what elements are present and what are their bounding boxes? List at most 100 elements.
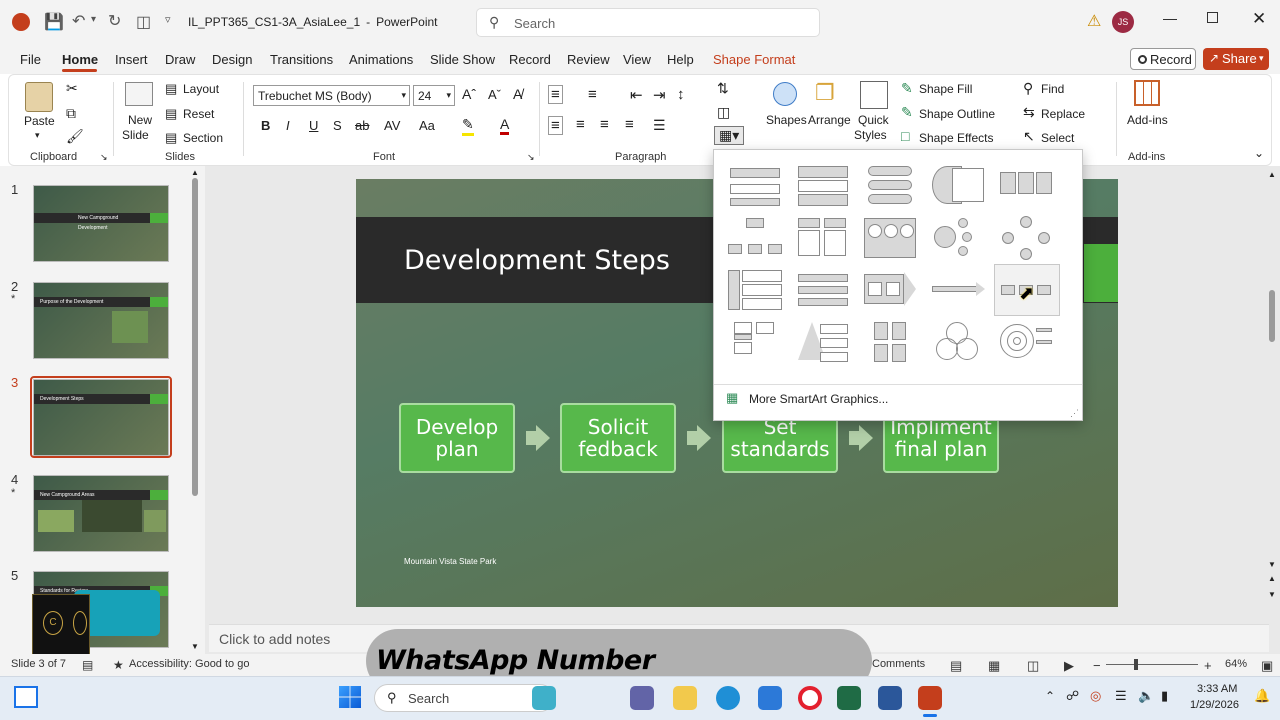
slideshow-icon[interactable]: ▶ — [1064, 658, 1074, 674]
shape-effects-button[interactable]: Shape Effects — [919, 131, 994, 145]
smartart-layout-option[interactable] — [930, 320, 988, 366]
tab-view[interactable]: View — [623, 52, 651, 67]
quick-styles-label-1[interactable]: Quick — [858, 113, 889, 127]
redo-icon[interactable]: ↻ — [108, 11, 121, 31]
strikethrough-button[interactable]: ab — [355, 118, 369, 133]
italic-button[interactable]: I — [286, 118, 290, 133]
clear-format-icon[interactable]: A̸ — [513, 86, 522, 102]
smartart-step[interactable]: Develop plan — [399, 403, 515, 473]
align-right-icon[interactable]: ≡ — [600, 116, 609, 133]
tab-slide-show[interactable]: Slide Show — [430, 52, 495, 67]
tab-shape-format[interactable]: Shape Format — [713, 52, 795, 67]
zoom-out-icon[interactable]: − — [1093, 658, 1101, 673]
reset-button[interactable]: Reset — [183, 107, 214, 121]
align-text-icon[interactable]: ◫ — [717, 104, 730, 121]
tab-file[interactable]: File — [20, 52, 41, 67]
store-icon[interactable] — [758, 686, 782, 710]
smartart-layout-option[interactable] — [862, 216, 920, 262]
bold-button[interactable]: B — [261, 118, 270, 133]
tab-home[interactable]: Home — [62, 52, 98, 67]
smartart-layout-option[interactable] — [726, 216, 784, 262]
app-icon[interactable] — [837, 686, 861, 710]
line-spacing-icon[interactable]: ↕ — [677, 86, 685, 103]
format-painter-icon[interactable]: 🖌 — [66, 128, 84, 145]
opera-icon[interactable] — [798, 686, 822, 710]
tab-review[interactable]: Review — [567, 52, 610, 67]
tab-insert[interactable]: Insert — [115, 52, 148, 67]
network-off-icon[interactable]: ☍ — [1066, 688, 1079, 704]
shadow-button[interactable]: S — [333, 118, 342, 133]
zoom-level[interactable]: 64% — [1225, 658, 1247, 670]
zoom-slider[interactable] — [1106, 664, 1198, 665]
minimize-icon[interactable]: — — [1163, 10, 1177, 26]
slide-thumbnail[interactable]: Development Steps — [33, 379, 169, 456]
tab-transitions[interactable]: Transitions — [270, 52, 333, 67]
fit-slide-icon[interactable]: ▣ — [1261, 658, 1273, 674]
record-button[interactable]: Record — [1130, 48, 1196, 70]
text-direction-icon[interactable]: ⇅ — [717, 80, 729, 97]
shape-fill-button[interactable]: Shape Fill — [919, 82, 972, 96]
notification-icon[interactable]: 🔔 — [1254, 688, 1270, 704]
share-button[interactable]: ↗ Share ▾ — [1203, 48, 1269, 70]
battery-icon[interactable]: ▮ — [1161, 688, 1168, 704]
volume-icon[interactable]: 🔈 — [1138, 688, 1154, 704]
select-button[interactable]: Select — [1041, 131, 1074, 145]
antivirus-icon[interactable]: ◎ — [1090, 688, 1101, 704]
slide-thumbnail[interactable]: Purpose of the Development — [33, 282, 169, 359]
save-icon[interactable]: 💾 — [44, 12, 64, 32]
more-smartart-link[interactable]: More SmartArt Graphics... — [749, 392, 888, 406]
file-explorer-icon[interactable] — [673, 686, 697, 710]
smartart-layout-option[interactable] — [794, 268, 852, 314]
font-family-select[interactable]: Trebuchet MS (Body) ▾ — [253, 85, 410, 106]
shapes-button[interactable]: Shapes — [766, 113, 807, 127]
slide-thumbnail[interactable]: New Campground Development — [33, 185, 169, 262]
dialog-launcher-icon[interactable]: ↘ — [527, 152, 535, 163]
smartart-layout-option[interactable] — [998, 164, 1056, 210]
smartart-layout-option[interactable] — [862, 320, 920, 366]
quick-styles-label-2[interactable]: Styles — [854, 128, 887, 142]
font-color-icon[interactable]: A — [500, 116, 510, 135]
slide-scrollbar[interactable] — [1269, 290, 1275, 342]
taskbar-search[interactable]: ⚲ Search — [374, 684, 554, 712]
quick-styles-icon[interactable] — [860, 81, 888, 109]
smartart-layout-option[interactable] — [862, 164, 920, 210]
thumbnail-scrollbar[interactable] — [192, 178, 198, 496]
smartart-layout-option[interactable] — [794, 164, 852, 210]
widgets-icon[interactable] — [14, 686, 38, 708]
smartart-layout-option[interactable] — [862, 268, 920, 314]
slide-title[interactable]: Development Steps — [404, 245, 670, 276]
smartart-layout-option[interactable] — [726, 268, 784, 314]
arrange-button[interactable]: Arrange — [808, 113, 851, 127]
smartart-layout-option[interactable] — [998, 216, 1056, 262]
scroll-up-icon[interactable]: ▲ — [1268, 170, 1276, 179]
comments-button[interactable]: Comments — [872, 658, 925, 670]
find-button[interactable]: Find — [1041, 82, 1064, 96]
layout-button[interactable]: Layout — [183, 82, 219, 96]
present-icon[interactable]: ◫ — [136, 12, 151, 32]
decrease-font-icon[interactable]: Aˇ — [488, 87, 501, 102]
smartart-layout-option[interactable] — [930, 268, 988, 314]
convert-smartart-icon[interactable]: ▦▾ — [714, 126, 745, 145]
new-slide-label-1[interactable]: New — [128, 113, 152, 127]
qat-customize-icon[interactable]: ▿ — [165, 13, 171, 26]
warning-icon[interactable]: ⚠ — [1087, 11, 1101, 31]
zoom-slider-thumb[interactable] — [1134, 659, 1138, 670]
columns-icon[interactable]: ☰ — [653, 117, 666, 134]
highlight-icon[interactable]: ✎ — [462, 116, 474, 136]
clock-date[interactable]: 1/29/2026 — [1190, 699, 1239, 711]
scroll-down-icon[interactable]: ▼ — [1268, 560, 1276, 569]
bullets-icon[interactable]: ≡ — [548, 85, 563, 104]
numbering-icon[interactable]: ≡ — [588, 86, 597, 103]
paste-dropdown-icon[interactable]: ▾ — [35, 130, 40, 141]
smartart-layout-option[interactable] — [794, 320, 852, 366]
clock-time[interactable]: 3:33 AM — [1197, 683, 1237, 695]
new-slide-label-2[interactable]: Slide — [122, 128, 149, 142]
teams-icon[interactable] — [630, 686, 654, 710]
tab-design[interactable]: Design — [212, 52, 252, 67]
align-center-icon[interactable]: ≡ — [576, 116, 585, 133]
edge-icon[interactable] — [716, 686, 740, 710]
prev-slide-icon[interactable]: ▲ — [1268, 574, 1276, 583]
add-ins-button[interactable]: Add-ins — [1127, 113, 1168, 127]
search-box[interactable]: ⚲ Search — [476, 8, 820, 37]
tab-draw[interactable]: Draw — [165, 52, 195, 67]
